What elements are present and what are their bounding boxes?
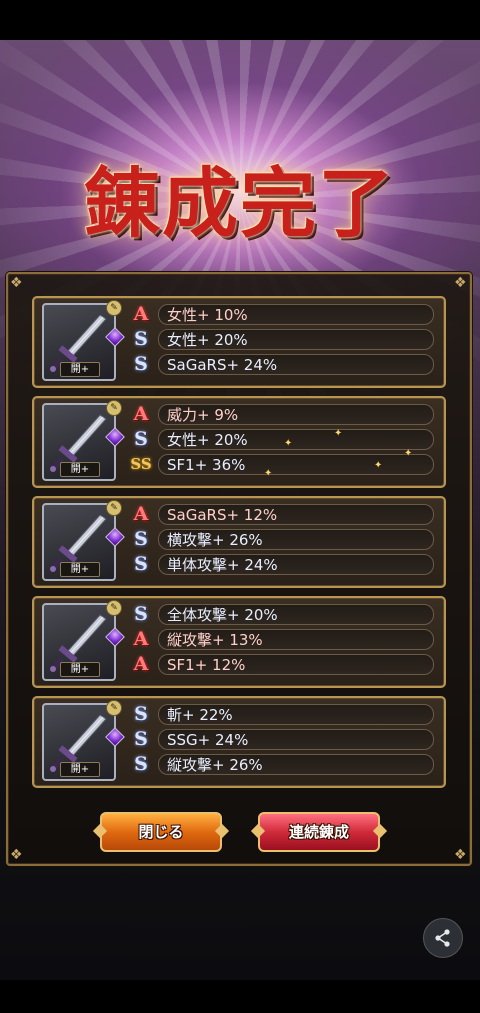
result-title: 錬成完了	[84, 159, 396, 248]
stat-bar: 女性+ 20%	[158, 429, 434, 450]
rank-s-icon: S	[134, 528, 148, 550]
feather-badge-icon: ✎	[106, 400, 122, 416]
item-row: 開+ ✎ A 女性+ 10% S 女性+ 20% S SaGaRS+ 24%	[32, 296, 446, 388]
sparkle-icon: ✦	[334, 428, 343, 439]
stat-bar: 女性+ 10%	[158, 304, 434, 325]
rank-a-icon: A	[133, 628, 149, 650]
item-row: 開+ ✎ A 威力+ 9% S 女性+ 20% SS SF1+ 36% ✦ ✦ ✦ ✦ ✦	[32, 396, 446, 488]
rank-a-icon: A	[133, 653, 149, 675]
feather-badge-icon: ✎	[106, 300, 122, 316]
ornament-icon: ❖	[10, 847, 23, 863]
sword-icon: 開+	[42, 503, 116, 581]
feather-badge-icon: ✎	[106, 700, 122, 716]
sword-icon: 開+	[42, 303, 116, 381]
sparkle-icon: ✦	[264, 468, 273, 479]
item-row: 開+ ✎ A SaGaRS+ 12% S 横攻撃+ 26% S 単体攻撃+ 24%	[32, 496, 446, 588]
stat-bar: SaGaRS+ 24%	[158, 354, 434, 375]
item-row: 開+ ✎ S 全体攻撃+ 20% A 縦攻撃+ 13% A SF1+ 12%	[32, 596, 446, 688]
stat-bar: 女性+ 20%	[158, 329, 434, 350]
stat-bar: 威力+ 9%	[158, 404, 434, 425]
stat-bar: 縦攻撃+ 13%	[158, 629, 434, 650]
sparkle-icon: ✦	[374, 460, 383, 471]
level-label: 開+	[60, 462, 100, 477]
level-label: 開+	[60, 662, 100, 677]
stat-bar: SF1+ 36%	[158, 454, 434, 475]
rank-s-icon: S	[134, 728, 148, 750]
continuous-refine-button[interactable]: 連続錬成	[258, 812, 380, 852]
rank-s-icon: S	[134, 353, 148, 375]
stat-bar: 全体攻撃+ 20%	[158, 604, 434, 625]
rank-s-icon: S	[134, 428, 148, 450]
feather-badge-icon: ✎	[106, 600, 122, 616]
status-bar	[0, 0, 480, 40]
share-icon[interactable]	[423, 918, 463, 958]
stat-bar: SF1+ 12%	[158, 654, 434, 675]
feather-badge-icon: ✎	[106, 500, 122, 516]
stat-bar: 斬+ 22%	[158, 704, 434, 725]
stat-bar: SSG+ 24%	[158, 729, 434, 750]
stat-bar: 縦攻撃+ 26%	[158, 754, 434, 775]
sparkle-icon: ✦	[284, 438, 293, 449]
stat-bar: 横攻撃+ 26%	[158, 529, 434, 550]
sword-icon: 開+	[42, 403, 116, 481]
rank-a-icon: A	[133, 303, 149, 325]
rank-s-icon: S	[134, 703, 148, 725]
stat-bar: SaGaRS+ 12%	[158, 504, 434, 525]
rank-s-icon: S	[134, 328, 148, 350]
navigation-bar	[0, 980, 480, 1013]
level-label: 開+	[60, 762, 100, 777]
sword-icon: 開+	[42, 603, 116, 681]
rank-s-icon: S	[134, 553, 148, 575]
rank-a-icon: A	[133, 403, 149, 425]
level-label: 開+	[60, 362, 100, 377]
sword-icon: 開+	[42, 703, 116, 781]
rank-s-icon: S	[134, 603, 148, 625]
level-label: 開+	[60, 562, 100, 577]
ornament-icon: ❖	[454, 847, 467, 863]
item-row: 開+ ✎ S 斬+ 22% S SSG+ 24% S 縦攻撃+ 26%	[32, 696, 446, 788]
rank-a-icon: A	[133, 503, 149, 525]
close-button[interactable]: 閉じる	[100, 812, 222, 852]
stat-bar: 単体攻撃+ 24%	[158, 554, 434, 575]
rank-s-icon: S	[134, 753, 148, 775]
ornament-icon: ❖	[10, 275, 23, 291]
sparkle-icon: ✦	[404, 448, 413, 459]
rank-ss-icon: SS	[130, 455, 152, 473]
ornament-icon: ❖	[454, 275, 467, 291]
